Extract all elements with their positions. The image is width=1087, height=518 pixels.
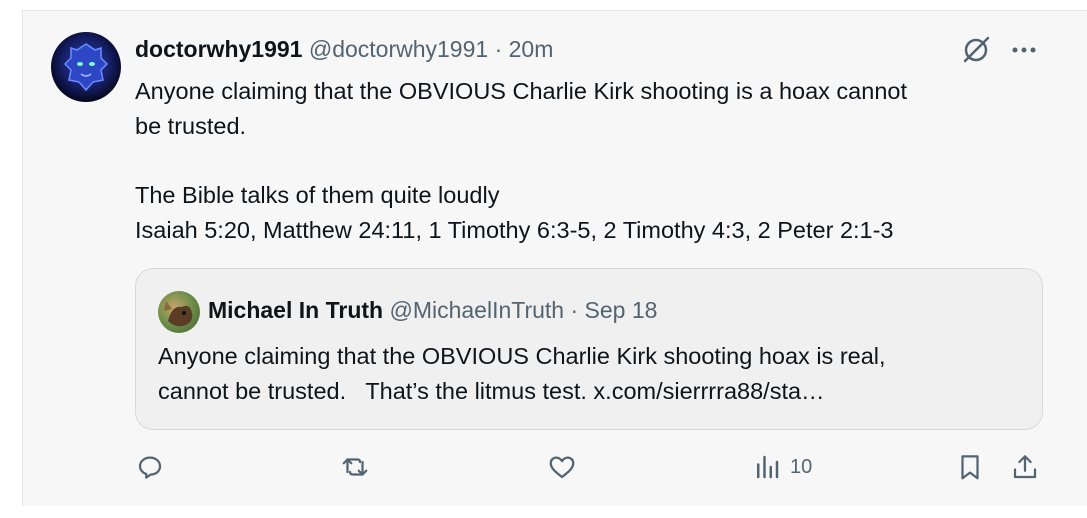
retweet-button[interactable] [340,452,370,482]
like-icon [549,456,575,479]
views-button[interactable]: 10 [752,452,812,482]
share-button[interactable] [1010,452,1040,482]
reply-icon [138,456,162,479]
tweet-line: be trusted. [135,113,247,139]
tweet-line: Anyone claiming that the OBVIOUS Charlie… [135,78,907,104]
share-icon [1013,455,1037,479]
retweet-icon [342,458,368,476]
quote-display-name[interactable]: Michael In Truth [208,297,383,323]
divider [22,506,1087,518]
handle[interactable]: @doctorwhy1991 [309,36,488,62]
tweet-line: The Bible talks of them quite loudly [135,182,500,208]
bookmark-icon [961,455,979,480]
separator: · [564,297,585,323]
quote-handle[interactable]: @MichaelInTruth [389,297,564,323]
tweet-header: doctorwhy1991 @doctorwhy1991 · 20m [135,36,553,63]
header-actions [960,34,1040,66]
quoted-tweet[interactable]: Michael In Truth @MichaelInTruth · Sep 1… [135,268,1043,430]
tweet-text: Anyone claiming that the OBVIOUS Charlie… [135,74,1035,248]
quote-avatar[interactable] [158,291,200,333]
views-count: 10 [790,455,813,478]
separator: · [488,36,509,62]
views-icon [757,455,779,479]
dog-avatar-icon [164,301,193,327]
like-button[interactable] [547,452,577,482]
display-name[interactable]: doctorwhy1991 [135,36,302,62]
timestamp[interactable]: 20m [509,36,554,62]
quote-header: Michael In Truth @MichaelInTruth · Sep 1… [208,297,657,324]
user-avatar[interactable] [51,32,121,102]
grok-icon[interactable] [960,34,992,66]
action-bar: 10 [135,452,1045,488]
tweet-line: Isaiah 5:20, Matthew 24:11, 1 Timothy 6:… [135,217,894,243]
reply-button[interactable] [135,452,165,482]
bookmark-button[interactable] [955,452,985,482]
lion-avatar-icon [63,43,109,92]
quote-text: Anyone claiming that the OBVIOUS Charlie… [158,343,886,404]
quote-date[interactable]: Sep 18 [585,297,658,323]
more-icon[interactable] [1008,34,1040,66]
